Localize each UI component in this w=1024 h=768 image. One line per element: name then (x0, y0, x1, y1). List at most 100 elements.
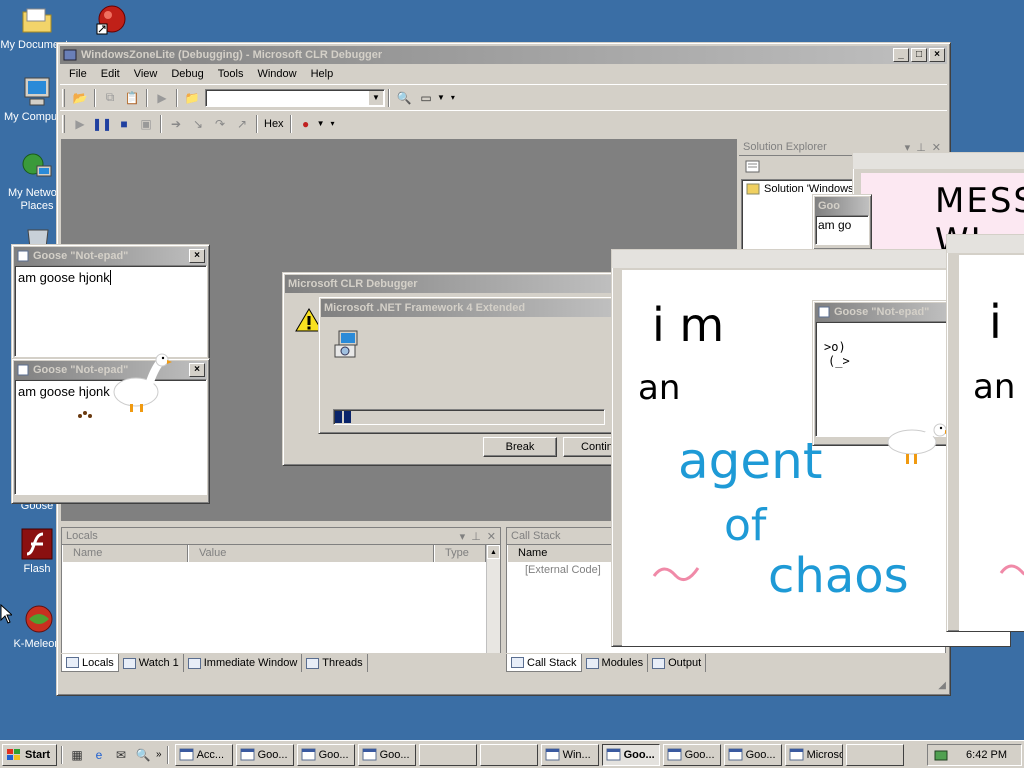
scroll-up-icon[interactable]: ▲ (487, 545, 500, 559)
goose-notepad-1[interactable]: Goose "Not-epad" × am goose hjonk (11, 244, 210, 368)
chevron-down-icon[interactable]: ▼ (369, 90, 383, 105)
notepad-text: am goose hjonk (18, 270, 110, 285)
toolbar-overflow-icon[interactable]: ▾ (451, 93, 455, 102)
taskbar-item[interactable]: Microsof... (784, 743, 843, 766)
tab-locals[interactable]: Locals (61, 654, 119, 672)
menu-tools[interactable]: Tools (211, 68, 251, 80)
taskbar-item[interactable] (479, 743, 538, 766)
right-drawing: i an (959, 255, 1024, 631)
stop-icon[interactable]: ■ (113, 114, 135, 134)
close-icon[interactable]: ✕ (487, 530, 496, 543)
notepad-titlebar[interactable]: Goo (815, 197, 869, 215)
net-framework-dialog[interactable]: Microsoft .NET Framework 4 Extended (318, 296, 618, 434)
taskbar-item[interactable]: Goo... (357, 743, 416, 766)
notepad-titlebar[interactable]: Goose "Not-epad" (815, 303, 949, 321)
menu-edit[interactable]: Edit (94, 68, 127, 80)
threads-icon (306, 657, 320, 669)
break-button[interactable]: Break (483, 437, 557, 457)
tab-modules[interactable]: Modules (582, 654, 649, 672)
net-dialog-titlebar[interactable]: Microsoft .NET Framework 4 Extended (321, 299, 615, 317)
menu-view[interactable]: View (127, 68, 165, 80)
dropdown-icon[interactable]: ▾ (460, 530, 466, 543)
find-icon[interactable]: 🔍 (393, 88, 415, 108)
maximize-button[interactable]: □ (911, 48, 927, 62)
start-button[interactable]: Start (2, 743, 57, 766)
window-icon (789, 748, 804, 761)
tab-output[interactable]: Output (648, 654, 707, 672)
debugger-titlebar[interactable]: WindowsZoneLite (Debugging) - Microsoft … (60, 46, 947, 64)
taskbar-item[interactable]: Acc... (174, 743, 233, 766)
standard-toolbar: 📂 ⧉ 📋 ▶ 📁 ▼ 🔍 ▭ ▼ ▾ (60, 84, 947, 110)
hex-toggle[interactable]: Hex (261, 118, 287, 130)
network-tray-icon[interactable] (934, 748, 950, 762)
drawing-text-an: an (638, 368, 681, 408)
clock[interactable]: 6:42 PM (966, 749, 1007, 761)
taskbar-item[interactable] (418, 743, 477, 766)
taskbar-item-label: Goo... (745, 748, 776, 761)
menu-debug[interactable]: Debug (164, 68, 210, 80)
step-out-icon[interactable]: ↗ (231, 114, 253, 134)
notepad-titlebar[interactable]: Goose "Not-epad" × (14, 247, 207, 265)
red-shortcut-icon[interactable] (96, 4, 128, 36)
command-window-icon[interactable]: ▭ (415, 88, 437, 108)
step-over-icon[interactable]: ↷ (209, 114, 231, 134)
menu-help[interactable]: Help (304, 68, 341, 80)
tab-threads[interactable]: Threads (302, 654, 368, 672)
column-header-value[interactable]: Value (188, 545, 434, 562)
outlook-icon[interactable]: ✉ (110, 745, 132, 765)
taskbar-item[interactable]: Goo... (662, 743, 721, 766)
taskbar-item[interactable]: Goo... (235, 743, 294, 766)
taskbar-item-label: Goo... (684, 748, 715, 761)
tab-watch-1[interactable]: Watch 1 (119, 654, 184, 672)
properties-icon[interactable] (745, 160, 761, 174)
restart-icon[interactable]: ▣ (135, 114, 157, 134)
menu-window[interactable]: Window (250, 68, 303, 80)
close-button[interactable]: × (189, 249, 205, 263)
taskbar-item[interactable] (845, 743, 904, 766)
toolbar-overflow-icon[interactable]: ▾ (330, 119, 334, 128)
chevron-down-icon[interactable]: ▼ (317, 119, 325, 128)
open-icon[interactable]: 📂 (69, 88, 91, 108)
menu-file[interactable]: File (62, 68, 94, 80)
notepad-text-area[interactable]: am go (815, 215, 869, 245)
taskbar-item-label: Microsof... (806, 748, 842, 761)
taskbar-item[interactable]: Goo... (296, 743, 355, 766)
quicklaunch-overflow-icon[interactable]: » (156, 749, 162, 760)
minimize-button[interactable]: _ (893, 48, 909, 62)
tab-immediate-window[interactable]: Immediate Window (184, 654, 303, 672)
taskbar-item-label: Goo... (318, 748, 349, 761)
continue-icon[interactable]: ▶ (69, 114, 91, 134)
pin-icon[interactable]: ⊥ (471, 530, 481, 543)
chevron-down-icon[interactable]: ▼ (437, 93, 445, 102)
taskbar-item[interactable]: Win... (540, 743, 599, 766)
configuration-dropdown[interactable]: ▼ (205, 88, 385, 107)
show-next-statement-icon[interactable]: ➔ (165, 114, 187, 134)
show-desktop-icon[interactable]: ▦ (66, 745, 88, 765)
break-all-icon[interactable]: ❚❚ (91, 114, 113, 134)
goose-icon[interactable] (884, 420, 952, 472)
notepad-title: Goo (818, 200, 840, 212)
explorer-icon[interactable]: 🔍 (132, 745, 154, 765)
close-button[interactable]: × (929, 48, 945, 62)
breakpoints-icon[interactable]: ● (295, 114, 317, 134)
step-into-icon[interactable]: ↘ (187, 114, 209, 134)
clr-dialog-titlebar[interactable]: Microsoft CLR Debugger (285, 275, 619, 293)
resize-grip-icon[interactable]: ◢ (938, 680, 946, 691)
meme-window-right[interactable]: i an (946, 234, 1024, 632)
taskbar-item[interactable]: Goo... (723, 743, 782, 766)
paste-icon[interactable]: 📋 (121, 88, 143, 108)
close-button[interactable]: × (189, 363, 205, 377)
tab-call-stack[interactable]: Call Stack (506, 654, 582, 672)
copy-icon[interactable]: ⧉ (99, 88, 121, 108)
window-icon (728, 748, 743, 761)
goose-icon[interactable] (110, 352, 172, 414)
start-icon[interactable]: ▶ (151, 88, 173, 108)
goose-notepad-small[interactable]: Goo am go (812, 194, 872, 250)
column-header-type[interactable]: Type (434, 545, 486, 562)
tab-label: Watch 1 (138, 657, 179, 669)
column-header-name[interactable]: Name (62, 545, 188, 562)
taskbar-item[interactable]: Goo... (601, 743, 660, 766)
solution-config-icon[interactable]: 📁 (181, 88, 203, 108)
notepad-text-area[interactable]: am goose hjonk (14, 265, 207, 357)
ie-icon[interactable]: e (88, 745, 110, 765)
